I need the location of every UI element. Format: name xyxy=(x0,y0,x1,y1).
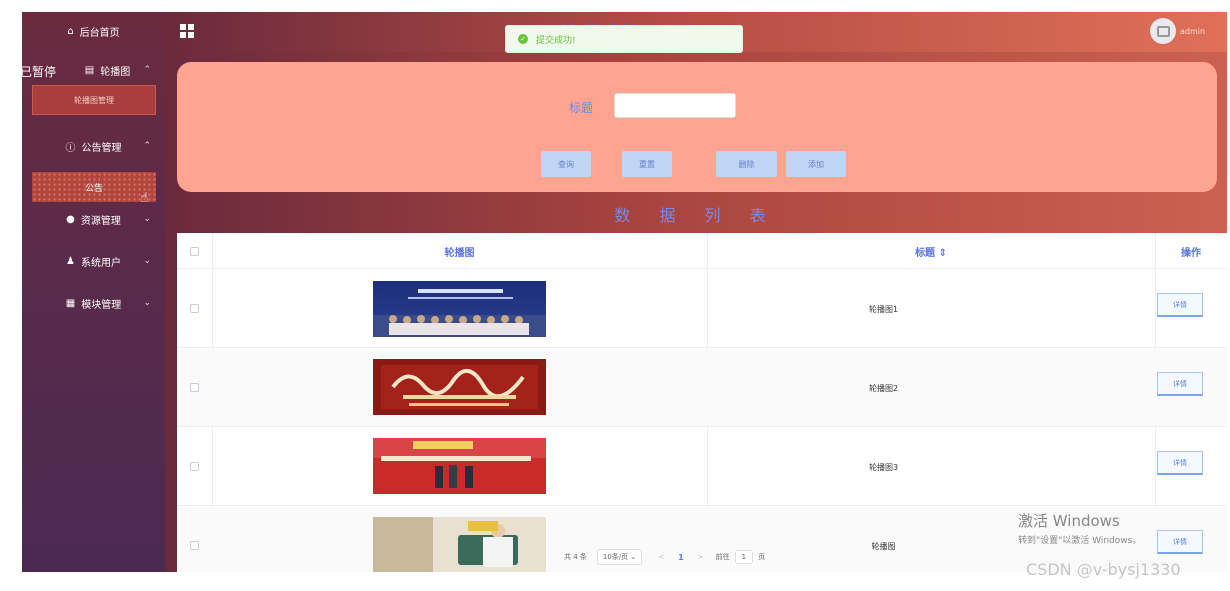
success-toast: ✓ 提交成功! xyxy=(505,25,743,53)
search-panel: 标题 查询 重置 删除 添加 xyxy=(177,62,1217,192)
page-size-value: 10条/页 xyxy=(602,553,629,561)
title-input[interactable] xyxy=(614,93,736,118)
main-content: 标题 查询 重置 删除 添加 数 据 列 表 轮播图 标题 ⇕ 操作 轮播图1 … xyxy=(165,52,1227,572)
query-button[interactable]: 查询 xyxy=(541,151,591,177)
total-count: 共 4 条 xyxy=(564,553,587,561)
row-checkbox[interactable] xyxy=(190,383,199,392)
check-circle-icon: ✓ xyxy=(518,34,528,44)
sidebar-item-label: 系统用户 xyxy=(80,257,121,269)
watermark-line2: 转到"设置"以激活 Windows。 xyxy=(1018,536,1142,546)
row-checkbox[interactable] xyxy=(190,304,199,313)
menu-toggle-icon[interactable] xyxy=(180,24,194,38)
sidebar-item-label: 轮播图 xyxy=(100,66,131,78)
sidebar-item-label: 后台首页 xyxy=(79,27,120,39)
reset-button[interactable]: 重置 xyxy=(622,151,672,177)
page-size-select[interactable]: 10条/页 ⌄ xyxy=(596,549,643,565)
carousel-icon: ▤ xyxy=(84,64,95,76)
chevron-up-icon: ⌃ xyxy=(143,65,151,75)
watermark-line1: 激活 Windows xyxy=(1018,512,1120,530)
column-header-actions: 操作 xyxy=(1181,247,1201,259)
avatar[interactable] xyxy=(1150,18,1176,44)
current-page[interactable]: 1 xyxy=(678,553,684,562)
chevron-up-icon: ⌃ xyxy=(143,141,151,151)
sidebar-item-modules[interactable]: ▦ 模块管理 ⌄ xyxy=(22,294,165,312)
sidebar-subitem-notice[interactable]: 公告 xyxy=(32,172,156,202)
sidebar-item-label: 资源管理 xyxy=(80,215,121,227)
row-checkbox[interactable] xyxy=(190,462,199,471)
info-icon: ⓘ xyxy=(65,142,76,154)
delete-button[interactable]: 删除 xyxy=(716,151,777,177)
home-icon: ⌂ xyxy=(67,25,74,37)
detail-button[interactable]: 详情 xyxy=(1157,451,1203,475)
prev-page-icon[interactable]: < xyxy=(658,553,664,561)
user-icon: ♟ xyxy=(66,255,75,267)
goto-page-input[interactable]: 1 xyxy=(734,550,754,564)
page-suffix: 页 xyxy=(758,553,766,561)
sidebar-item-notice[interactable]: ⓘ 公告管理 ⌃ xyxy=(22,137,165,155)
toast-message: 提交成功! xyxy=(536,35,576,46)
table-row: 轮播图2 详情 xyxy=(177,349,1227,427)
pagination: 共 4 条 10条/页 ⌄ < 1 > 前往 1 页 xyxy=(564,549,765,565)
column-header-title[interactable]: 标题 ⇕ xyxy=(707,233,1155,269)
app: ⌂ 后台首页 已暂停 ▤ 轮播图 ⌃ 轮播图管理 ⓘ 公告管理 ⌃ 公告 ☝ ●… xyxy=(0,0,1230,591)
select-all-checkbox[interactable] xyxy=(190,247,199,256)
list-title: 数 据 列 表 xyxy=(614,206,778,225)
chevron-down-icon: ⌄ xyxy=(143,256,151,266)
sidebar-item-carousel[interactable]: ▤ 轮播图 ⌃ xyxy=(22,61,165,79)
table-row: 轮播图1 详情 xyxy=(177,270,1227,348)
csdn-watermark: CSDN @v-bysj1330 xyxy=(1026,560,1181,579)
carousel-image xyxy=(373,517,546,572)
title-label: 标题 xyxy=(569,101,594,115)
detail-button[interactable]: 详情 xyxy=(1157,530,1203,554)
row-title: 轮播图3 xyxy=(868,463,899,472)
sidebar: ⌂ 后台首页 已暂停 ▤ 轮播图 ⌃ 轮播图管理 ⓘ 公告管理 ⌃ 公告 ☝ ●… xyxy=(20,12,165,572)
username[interactable]: admin xyxy=(1180,27,1205,36)
detail-button[interactable]: 详情 xyxy=(1157,372,1203,396)
sidebar-item-label: 公告管理 xyxy=(81,142,122,154)
sidebar-item-home[interactable]: ⌂ 后台首页 xyxy=(22,22,165,40)
grid-icon: ▦ xyxy=(65,297,76,309)
table-header: 轮播图 标题 ⇕ 操作 xyxy=(177,233,1227,269)
carousel-image xyxy=(373,359,546,415)
goto-label: 前往 xyxy=(715,553,730,561)
location-icon: ● xyxy=(66,213,75,225)
row-title: 轮播图2 xyxy=(868,384,899,393)
carousel-image xyxy=(373,281,546,337)
chevron-down-icon: ⌄ xyxy=(143,298,151,308)
carousel-image xyxy=(373,438,546,494)
sidebar-item-label: 模块管理 xyxy=(81,299,122,311)
detail-button[interactable]: 详情 xyxy=(1157,293,1203,317)
row-checkbox[interactable] xyxy=(190,541,199,550)
table-row: 轮播图3 详情 xyxy=(177,428,1227,506)
sidebar-subitem-carousel-manage[interactable]: 轮播图管理 xyxy=(32,85,156,115)
next-page-icon[interactable]: > xyxy=(698,553,704,561)
column-header-carousel: 轮播图 xyxy=(444,247,475,259)
add-button[interactable]: 添加 xyxy=(786,151,846,177)
image-icon xyxy=(1156,25,1170,37)
windows-activation-watermark: 激活 Windows 转到"设置"以激活 Windows。 xyxy=(1018,510,1141,546)
hand-cursor-icon: ☝ xyxy=(140,190,149,206)
row-title: 轮播图1 xyxy=(868,305,899,314)
sidebar-item-system-users[interactable]: ♟ 系统用户 ⌄ xyxy=(22,252,165,270)
sidebar-item-resource[interactable]: ● 资源管理 ⌄ xyxy=(22,210,165,228)
chevron-down-icon: ⌄ xyxy=(143,214,151,224)
